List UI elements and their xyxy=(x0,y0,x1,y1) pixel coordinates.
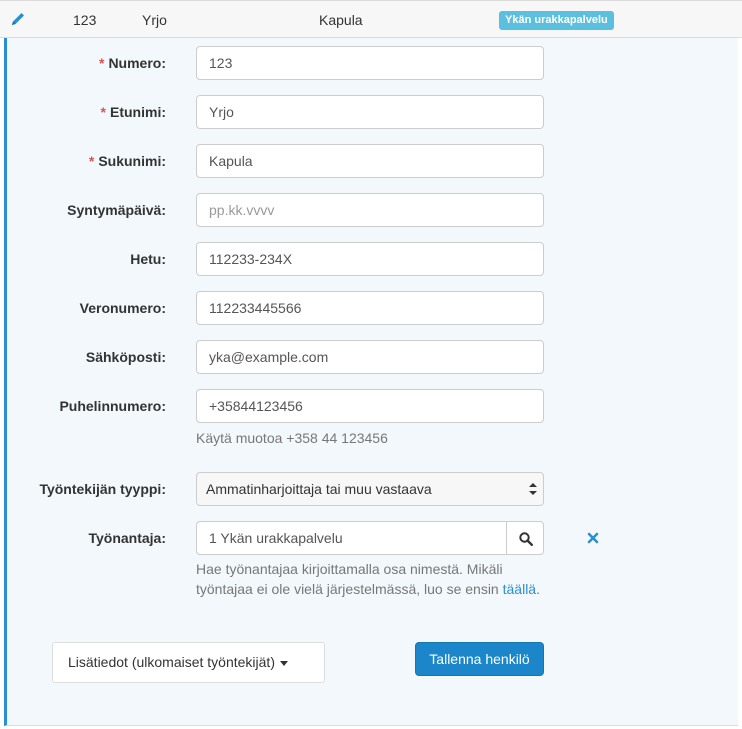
puhelinnumero-label: Puhelinnumero: xyxy=(59,398,166,414)
close-icon[interactable] xyxy=(587,532,599,544)
caret-down-icon xyxy=(280,660,288,666)
row-number: 123 xyxy=(73,12,97,28)
hetu-label: Hetu: xyxy=(130,251,166,267)
employee-row[interactable]: 123 Yrjo Kapula Ykän urakkapalvelu xyxy=(0,0,742,38)
hetu-input[interactable] xyxy=(196,242,544,276)
syntymapaiva-label: Syntymäpäivä: xyxy=(67,202,166,218)
phone-input[interactable] xyxy=(196,389,544,423)
pencil-icon[interactable] xyxy=(10,11,26,27)
etunimi-input[interactable] xyxy=(196,95,544,129)
employer-label: Työnantaja: xyxy=(88,530,166,546)
required-mark: * xyxy=(100,104,106,120)
row-last-name: Kapula xyxy=(319,12,363,28)
veronumero-label: Veronumero: xyxy=(79,300,166,316)
etunimi-label: * Etunimi: xyxy=(100,104,166,120)
syntymapaiva-input[interactable] xyxy=(196,193,544,227)
sukunimi-label: * Sukunimi: xyxy=(88,153,166,169)
employee-type-select[interactable]: Ammatinharjoittaja tai muu vastaava xyxy=(196,472,544,506)
employee-type-label: Työntekijän tyyppi: xyxy=(39,481,166,497)
additional-info-dropdown-button[interactable]: Lisätiedot (ulkomaiset työntekijät) xyxy=(52,642,325,683)
numero-input[interactable] xyxy=(196,46,544,80)
email-input[interactable] xyxy=(196,340,544,374)
search-icon xyxy=(519,532,533,546)
required-mark: * xyxy=(98,55,105,71)
numero-label: * Numero: xyxy=(98,55,166,71)
sukunimi-input[interactable] xyxy=(196,144,544,178)
veronumero-input[interactable] xyxy=(196,291,544,325)
phone-help-text: Käytä muotoa +358 44 123456 xyxy=(196,430,388,446)
employer-help-text: Hae työnantajaa kirjoittamalla osa nimes… xyxy=(196,561,540,597)
row-first-name: Yrjo xyxy=(142,12,167,28)
employer-search-button[interactable] xyxy=(506,521,544,555)
required-mark: * xyxy=(88,153,95,169)
employer-badge: Ykän urakkapalvelu xyxy=(499,11,614,30)
additional-info-label: Lisätiedot (ulkomaiset työntekijät) xyxy=(68,654,275,670)
create-employer-link[interactable]: täällä xyxy=(503,581,536,597)
save-person-button[interactable]: Tallenna henkilö xyxy=(415,642,544,676)
employer-input[interactable] xyxy=(196,521,507,555)
select-arrows-icon xyxy=(529,483,537,495)
employee-type-selected: Ammatinharjoittaja tai muu vastaava xyxy=(206,481,432,497)
edit-panel xyxy=(4,38,738,726)
sahkoposti-label: Sähköposti: xyxy=(85,349,166,365)
